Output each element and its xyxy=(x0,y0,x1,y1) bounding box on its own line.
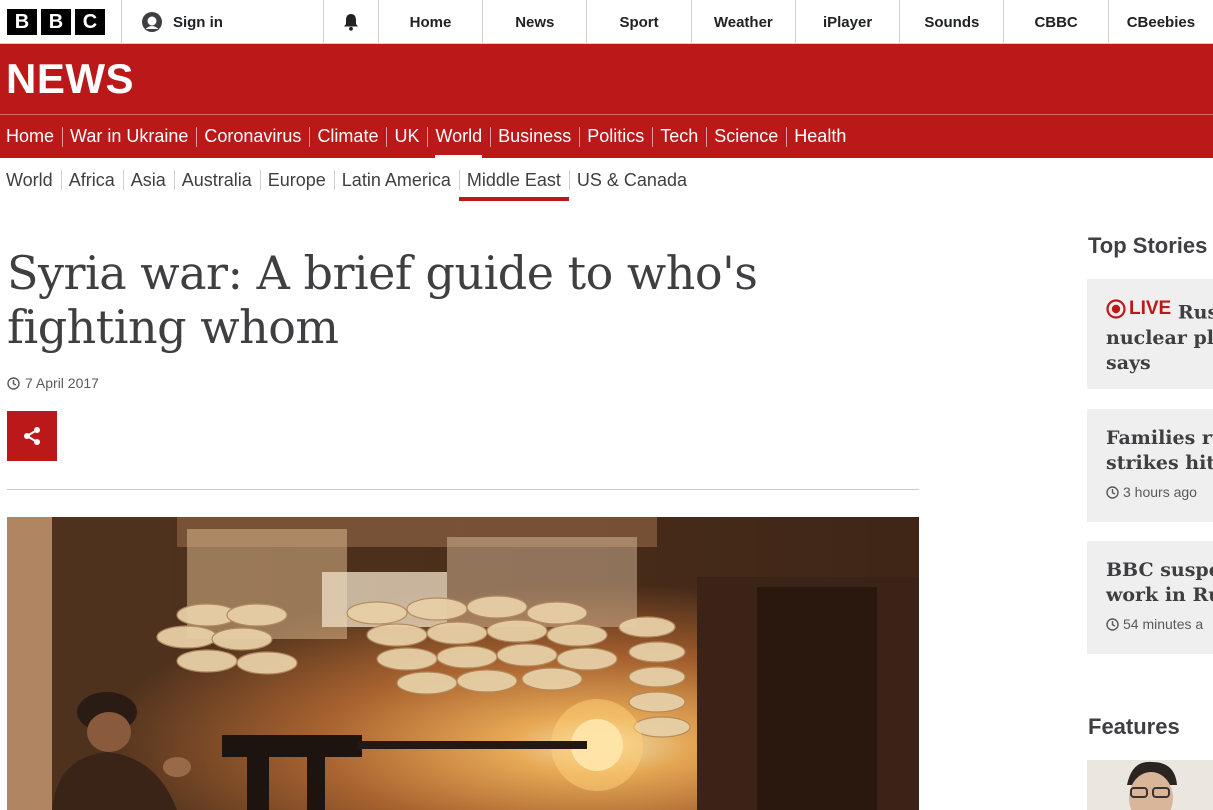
sign-in-label: Sign in xyxy=(172,13,223,31)
story-time-text: 3 hours ago xyxy=(1123,484,1197,500)
subnav-item-europe[interactable]: Europe xyxy=(259,158,334,202)
nav-item-uk[interactable]: UK xyxy=(386,115,427,159)
global-nav-iplayer[interactable]: iPlayer xyxy=(796,0,901,44)
article-date: 7 April 2017 xyxy=(25,375,99,391)
story-title-line: says xyxy=(1106,351,1151,374)
global-nav-weather[interactable]: Weather xyxy=(692,0,796,44)
subnav-item-us-canada[interactable]: US & Canada xyxy=(568,158,695,202)
bbc-logo-letter: C xyxy=(75,9,105,35)
subnav-item-world[interactable]: World xyxy=(0,158,61,202)
article-dateline: 7 April 2017 xyxy=(7,375,99,391)
news-brand-logo[interactable]: NEWS xyxy=(6,56,134,102)
nav-item-world[interactable]: World xyxy=(427,115,490,159)
hero-photo xyxy=(7,517,919,810)
nav-item-science[interactable]: Science xyxy=(706,115,786,159)
story-title-line: nuclear pla xyxy=(1106,326,1213,349)
subnav-item-australia[interactable]: Australia xyxy=(173,158,260,202)
live-icon xyxy=(1106,298,1126,319)
nav-item-war-in-ukraine[interactable]: War in Ukraine xyxy=(62,115,196,159)
top-story-card[interactable]: LIVE Rus nuclear pla says xyxy=(1087,279,1213,389)
nav-item-business[interactable]: Business xyxy=(490,115,579,159)
nav-item-coronavirus[interactable]: Coronavirus xyxy=(196,115,309,159)
article-hero-image xyxy=(7,517,919,810)
article-headline: Syria war: A brief guide to who's fighti… xyxy=(7,246,758,354)
story-title-line: work in Ru xyxy=(1106,584,1213,606)
clock-icon xyxy=(1106,485,1119,499)
bbc-logo-letter: B xyxy=(41,9,71,35)
secondary-nav: World Africa Asia Australia Europe Latin… xyxy=(0,158,1213,202)
share-button[interactable] xyxy=(7,411,57,461)
news-masthead: NEWS xyxy=(0,44,1213,114)
subnav-item-middle-east[interactable]: Middle East xyxy=(458,158,569,202)
bbc-logo[interactable]: B B C xyxy=(0,0,122,44)
story-timestamp: 54 minutes a xyxy=(1106,616,1213,632)
top-story-card[interactable]: BBC suspe work in Ru 54 minutes a xyxy=(1087,541,1213,654)
story-title-line: Families ru xyxy=(1106,427,1213,449)
global-nav-cbbc[interactable]: CBBC xyxy=(1004,0,1109,44)
global-nav-news[interactable]: News xyxy=(483,0,588,44)
sign-in-link[interactable]: Sign in xyxy=(122,0,324,44)
subnav-item-africa[interactable]: Africa xyxy=(60,158,123,202)
nav-item-politics[interactable]: Politics xyxy=(579,115,652,159)
global-nav-home[interactable]: Home xyxy=(379,0,484,44)
nav-item-tech[interactable]: Tech xyxy=(652,115,706,159)
clock-icon xyxy=(1106,617,1119,631)
primary-nav: Home War in Ukraine Coronavirus Climate … xyxy=(0,114,1213,159)
bell-icon xyxy=(343,14,358,31)
global-nav-sport[interactable]: Sport xyxy=(587,0,692,44)
notifications-button[interactable] xyxy=(324,0,379,44)
story-title-line: strikes hit xyxy=(1106,452,1213,474)
story-timestamp: 3 hours ago xyxy=(1106,484,1213,500)
top-stories-heading: Top Stories xyxy=(1088,233,1208,258)
clock-icon xyxy=(7,376,20,390)
subnav-item-asia[interactable]: Asia xyxy=(122,158,174,202)
features-heading: Features xyxy=(1088,714,1180,739)
story-time-text: 54 minutes a xyxy=(1123,616,1204,632)
global-nav-sounds[interactable]: Sounds xyxy=(900,0,1005,44)
live-label: LIVE xyxy=(1129,298,1172,319)
nav-item-home[interactable]: Home xyxy=(0,115,62,159)
story-title-line: LIVE Rus xyxy=(1106,296,1213,326)
article-divider xyxy=(7,489,919,490)
global-nav-cbeebies[interactable]: CBeebies xyxy=(1109,0,1213,44)
live-badge: LIVE xyxy=(1106,296,1171,321)
top-story-card[interactable]: Families ru strikes hit 3 hours ago xyxy=(1087,409,1213,522)
bbc-logo-letter: B xyxy=(7,9,37,35)
global-nav-bar: B B C Sign in Home News Sport Weather iP… xyxy=(0,0,1213,44)
subnav-item-latin-america[interactable]: Latin America xyxy=(333,158,459,202)
story-title-text: Rus xyxy=(1177,301,1213,324)
nav-item-climate[interactable]: Climate xyxy=(309,115,386,159)
avatar-icon xyxy=(141,12,162,32)
story-title-line: BBC suspe xyxy=(1106,559,1213,581)
feature-thumbnail[interactable] xyxy=(1087,760,1213,810)
share-icon xyxy=(24,427,40,445)
feature-photo xyxy=(1087,760,1213,810)
nav-item-health[interactable]: Health xyxy=(786,115,854,159)
